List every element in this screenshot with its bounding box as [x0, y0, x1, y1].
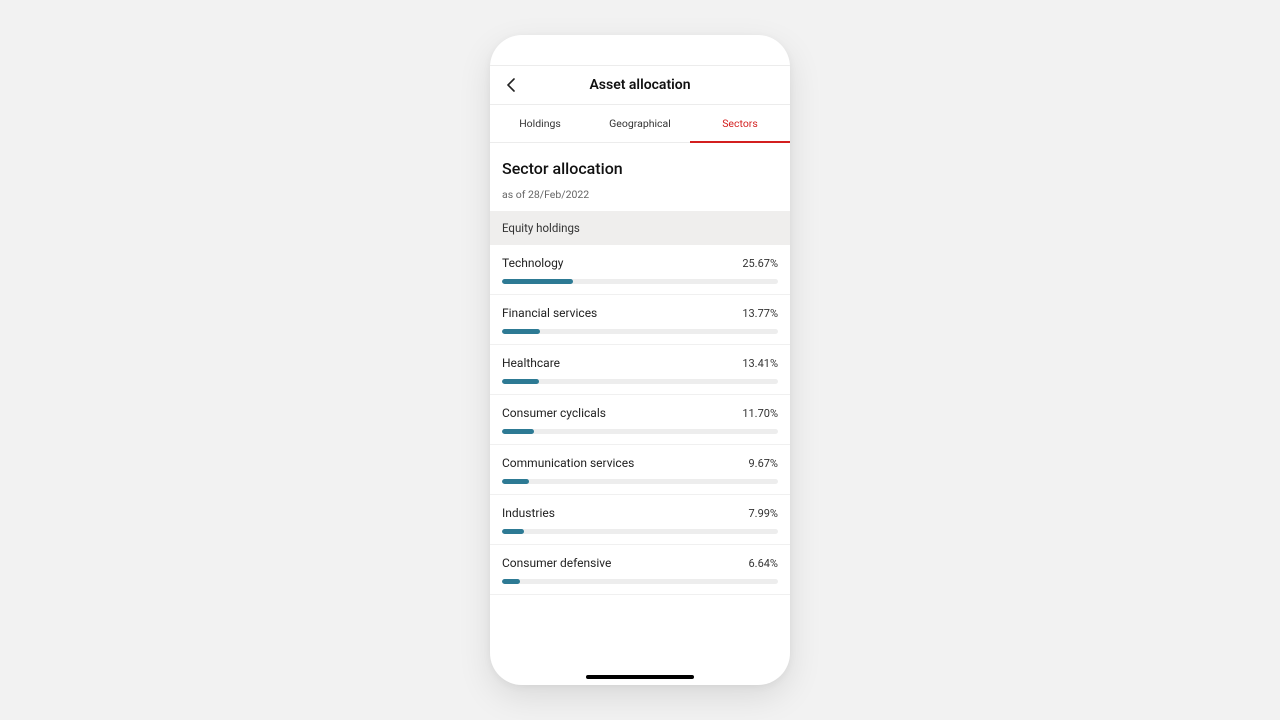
holdings-list: Technology 25.67% Financial services 13.77%… [490, 245, 790, 595]
holding-row-top: Consumer cyclicals 11.70% [502, 406, 778, 420]
holding-bar-fill [502, 279, 573, 284]
holding-bar-track [502, 379, 778, 384]
tab-label: Holdings [519, 117, 561, 130]
tabs: Holdings Geographical Sectors [490, 105, 790, 143]
holding-value: 13.41% [742, 357, 778, 370]
holding-bar-fill [502, 379, 539, 384]
holding-row-top: Healthcare 13.41% [502, 356, 778, 370]
holding-bar-fill [502, 529, 524, 534]
tab-holdings[interactable]: Holdings [490, 105, 590, 142]
holding-value: 25.67% [742, 257, 778, 270]
holding-row-top: Technology 25.67% [502, 256, 778, 270]
tab-label: Sectors [722, 117, 758, 130]
chevron-left-icon [506, 78, 518, 92]
holding-row[interactable]: Consumer defensive 6.64% [490, 545, 790, 595]
page-title: Asset allocation [490, 77, 790, 93]
holding-value: 6.64% [748, 557, 778, 570]
section-header: Sector allocation as of 28/Feb/2022 [490, 143, 790, 211]
group-header: Equity holdings [490, 211, 790, 245]
header-bar: Asset allocation [490, 65, 790, 105]
as-of-date: as of 28/Feb/2022 [502, 188, 778, 201]
holding-row[interactable]: Industries 7.99% [490, 495, 790, 545]
home-indicator [586, 675, 694, 679]
holding-bar-track [502, 429, 778, 434]
back-button[interactable] [502, 66, 522, 104]
holding-bar-fill [502, 329, 540, 334]
status-bar [490, 35, 790, 65]
holding-label: Technology [502, 256, 563, 270]
holding-bar-track [502, 279, 778, 284]
holding-label: Financial services [502, 306, 597, 320]
section-title: Sector allocation [502, 159, 778, 178]
holding-row[interactable]: Technology 25.67% [490, 245, 790, 295]
holding-bar-track [502, 479, 778, 484]
holding-bar-fill [502, 429, 534, 434]
holding-row[interactable]: Consumer cyclicals 11.70% [490, 395, 790, 445]
holding-row-top: Industries 7.99% [502, 506, 778, 520]
holding-label: Healthcare [502, 356, 560, 370]
holding-bar-track [502, 529, 778, 534]
holding-label: Communication services [502, 456, 634, 470]
holding-label: Industries [502, 506, 555, 520]
holding-row-top: Financial services 13.77% [502, 306, 778, 320]
holding-label: Consumer cyclicals [502, 406, 606, 420]
holding-label: Consumer defensive [502, 556, 611, 570]
holding-bar-fill [502, 579, 520, 584]
holding-row[interactable]: Communication services 9.67% [490, 445, 790, 495]
holding-value: 13.77% [742, 307, 778, 320]
holding-row[interactable]: Healthcare 13.41% [490, 345, 790, 395]
tab-sectors[interactable]: Sectors [690, 105, 790, 142]
holding-row-top: Communication services 9.67% [502, 456, 778, 470]
phone-frame: Asset allocation Holdings Geographical Sec… [490, 35, 790, 685]
holding-value: 9.67% [748, 457, 778, 470]
content-scroll[interactable]: Sector allocation as of 28/Feb/2022 Equi… [490, 143, 790, 685]
tab-label: Geographical [609, 117, 671, 130]
holding-bar-track [502, 329, 778, 334]
holding-row-top: Consumer defensive 6.64% [502, 556, 778, 570]
holding-value: 11.70% [742, 407, 778, 420]
holding-value: 7.99% [748, 507, 778, 520]
tab-geographical[interactable]: Geographical [590, 105, 690, 142]
holding-bar-track [502, 579, 778, 584]
holding-bar-fill [502, 479, 529, 484]
holding-row[interactable]: Financial services 13.77% [490, 295, 790, 345]
